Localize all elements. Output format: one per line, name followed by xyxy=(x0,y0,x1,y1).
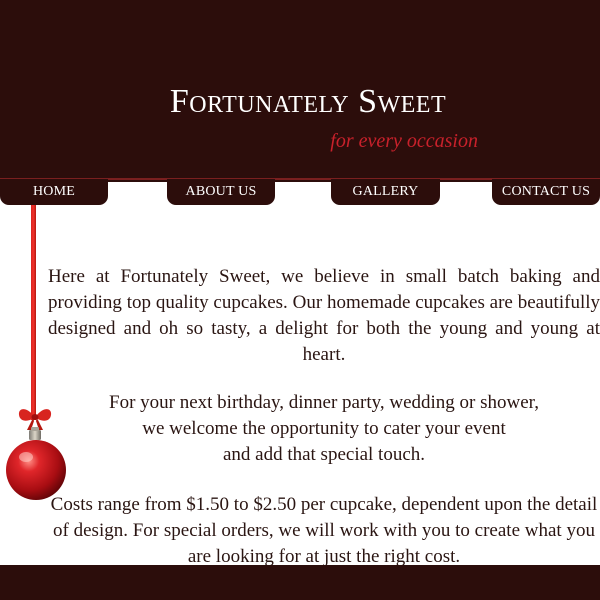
nav-gallery-tab[interactable]: GALLERY xyxy=(331,179,440,205)
nav-about-tab[interactable]: ABOUT US xyxy=(167,179,275,205)
events-line: For your next birthday, dinner party, we… xyxy=(109,392,539,413)
nav-home-tab[interactable]: HOME xyxy=(0,179,108,205)
main-content: Here at Fortunately Sweet, we believe in… xyxy=(48,264,600,570)
footer-bar xyxy=(0,565,600,600)
tagline: for every occasion xyxy=(330,130,478,152)
header: Fortunately Sweet for every occasion xyxy=(0,0,600,182)
ornament-ribbon xyxy=(31,205,36,420)
pricing-paragraph: Costs range from $1.50 to $2.50 per cupc… xyxy=(50,494,598,567)
events-line: we welcome the opportunity to cater your… xyxy=(142,418,506,439)
events-paragraph: For your next birthday, dinner party, we… xyxy=(48,390,600,468)
site-title: Fortunately Sweet xyxy=(169,83,447,120)
events-line: and add that special touch. xyxy=(222,444,426,465)
nav-contact-tab[interactable]: CONTACT US xyxy=(492,179,600,205)
page: Fortunately Sweet for every occasion HOM… xyxy=(0,0,600,600)
intro-paragraph: Here at Fortunately Sweet, we believe in… xyxy=(48,266,600,365)
